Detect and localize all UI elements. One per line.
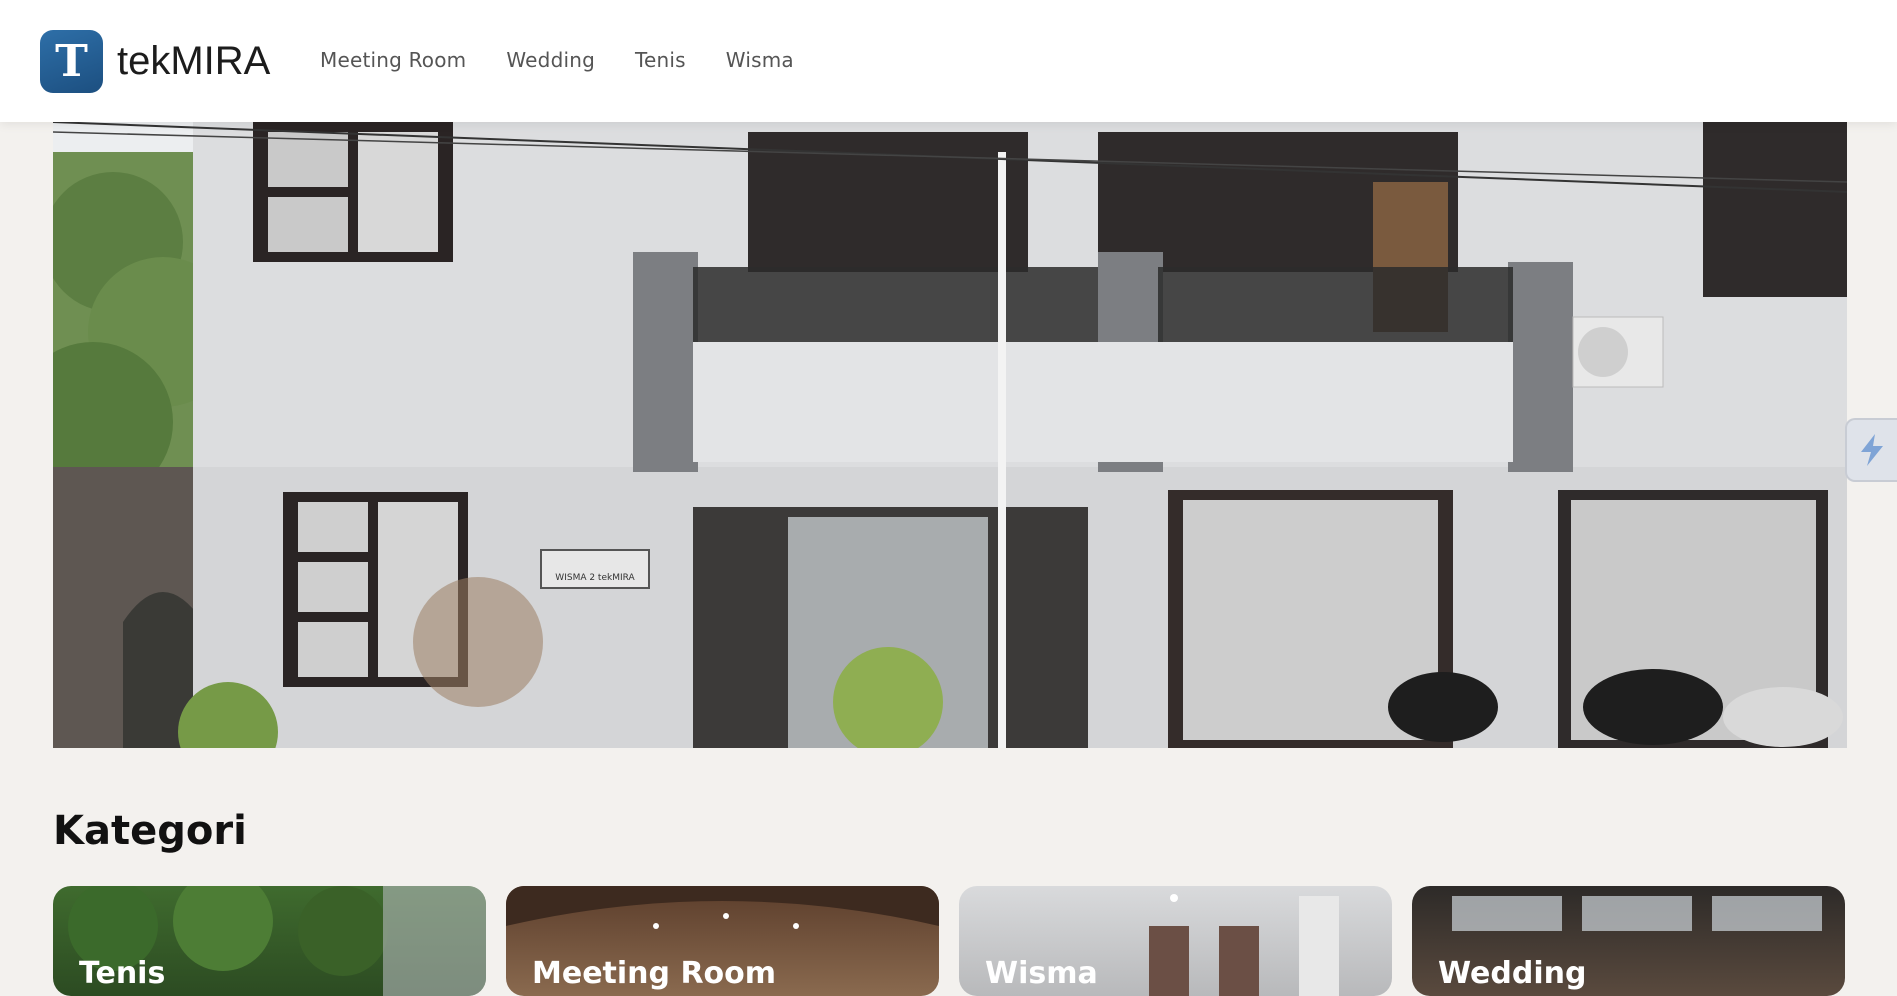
- main-nav: Meeting Room Wedding Tenis Wisma: [320, 48, 794, 72]
- nav-meeting-room[interactable]: Meeting Room: [320, 48, 466, 72]
- category-card-tenis[interactable]: Tenis: [53, 886, 486, 996]
- top-navbar: T tekMIRA Meeting Room Wedding Tenis Wis…: [0, 0, 1897, 122]
- category-label-meeting-room: Meeting Room: [532, 956, 777, 991]
- category-section-title: Kategori: [53, 808, 247, 854]
- category-card-wedding[interactable]: Wedding: [1412, 886, 1845, 996]
- category-cards: Tenis Meeting Room Wisma Wedding: [53, 886, 1845, 996]
- category-label-wisma: Wisma: [985, 956, 1098, 991]
- category-card-meeting-room[interactable]: Meeting Room: [506, 886, 939, 996]
- category-label-wedding: Wedding: [1438, 956, 1587, 991]
- nav-tenis[interactable]: Tenis: [635, 48, 686, 72]
- nav-wisma[interactable]: Wisma: [726, 48, 794, 72]
- category-card-wisma[interactable]: Wisma: [959, 886, 1392, 996]
- lightning-bolt-icon: [1861, 434, 1883, 466]
- building-sign: WISMA 2 tekMIRA: [555, 573, 635, 583]
- logo-icon[interactable]: T: [40, 30, 103, 93]
- side-float-button[interactable]: [1845, 418, 1897, 482]
- hero-building-illustration: WISMA 2 tekMIRA: [53, 122, 1847, 748]
- category-label-tenis: Tenis: [79, 956, 166, 991]
- nav-wedding[interactable]: Wedding: [506, 48, 595, 72]
- hero-image: WISMA 2 tekMIRA: [53, 122, 1847, 748]
- brand-name[interactable]: tekMIRA: [117, 36, 270, 86]
